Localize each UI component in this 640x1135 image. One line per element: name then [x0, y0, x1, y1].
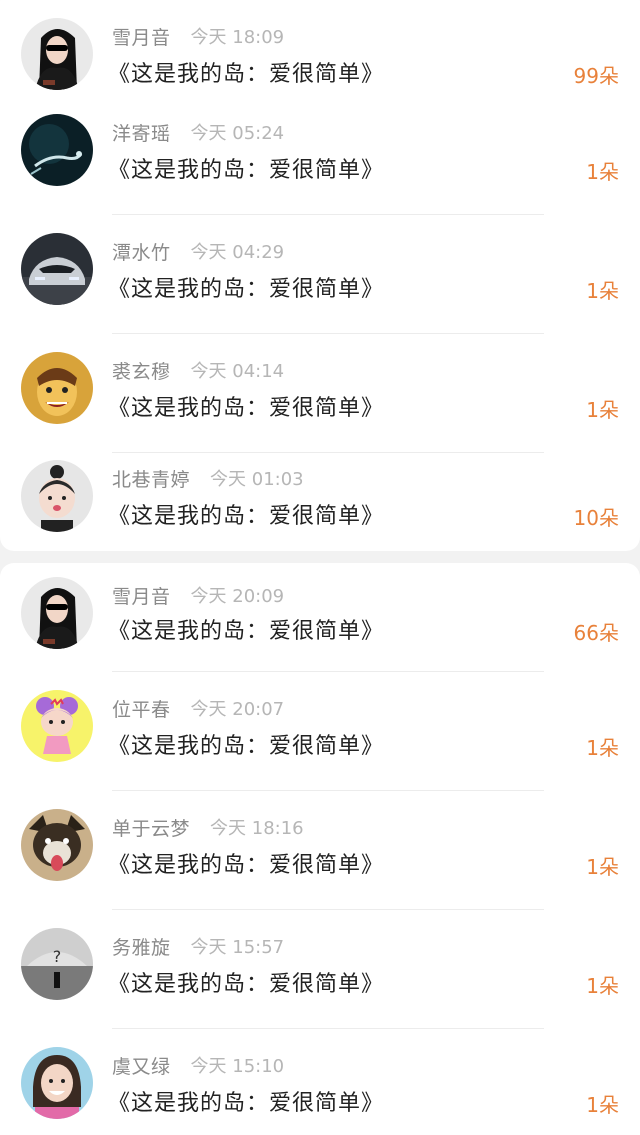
user-avatar[interactable]: [21, 809, 93, 881]
avatar-monochrome-stage-icon: ?: [21, 928, 93, 1000]
list-item[interactable]: 位平春 今天 20:07 《这是我的岛：爱很简单》 1朵: [0, 672, 640, 791]
gift-title: 《这是我的岛：爱很简单》: [108, 734, 385, 759]
avatar-underwater-swimmer-icon: [21, 114, 93, 186]
timestamp: 今天 20:09: [190, 586, 285, 607]
gift-title: 《这是我的岛：爱很简单》: [108, 972, 385, 997]
user-name[interactable]: 位平春: [112, 695, 171, 722]
list-item[interactable]: 雪月音 今天 20:09 《这是我的岛：爱很简单》 66朵: [0, 563, 640, 682]
row-meta: 北巷青婷 今天 01:03: [112, 464, 304, 492]
timestamp: 今天 20:07: [190, 699, 285, 720]
gift-title: 《这是我的岛：爱很简单》: [108, 619, 385, 644]
avatar-smiling-woman-icon: [21, 1047, 93, 1119]
avatar-cartoon-face-icon: [21, 352, 93, 424]
flower-count: 1朵: [586, 974, 619, 998]
timestamp: 今天 05:24: [190, 123, 285, 144]
flower-count: 66朵: [573, 621, 619, 645]
user-name[interactable]: 单于云梦: [112, 814, 190, 841]
list-item[interactable]: 虞又绿 今天 15:10 《这是我的岛：爱很简单》 1朵: [0, 1029, 640, 1135]
user-avatar[interactable]: [21, 114, 93, 186]
avatar-woman-sunglasses-icon: [21, 18, 93, 90]
user-name[interactable]: 北巷青婷: [112, 465, 190, 492]
list-item[interactable]: 裘玄穆 今天 04:14 《这是我的岛：爱很简单》 1朵: [0, 334, 640, 453]
user-name[interactable]: 潭水竹: [112, 238, 171, 265]
flower-count: 1朵: [586, 855, 619, 879]
flower-count: 10朵: [573, 506, 619, 530]
avatar-dog-icon: [21, 809, 93, 881]
gift-card-2: 雪月音 今天 20:09 《这是我的岛：爱很简单》 66朵 位平春 今天 20:…: [0, 563, 640, 1135]
user-avatar[interactable]: [21, 460, 93, 532]
gift-title: 《这是我的岛：爱很简单》: [108, 158, 385, 183]
gift-title: 《这是我的岛：爱很简单》: [108, 504, 385, 529]
row-meta: 雪月音 今天 20:09: [112, 581, 284, 609]
gift-list: 雪月音 今天 18:09 《这是我的岛：爱很简单》 99朵 洋寄瑶 今天 05:…: [0, 0, 640, 1135]
timestamp: 今天 18:09: [190, 27, 285, 48]
gift-title: 《这是我的岛：爱很简单》: [108, 396, 385, 421]
list-item[interactable]: 潭水竹 今天 04:29 《这是我的岛：爱很简单》 1朵: [0, 215, 640, 334]
row-meta: 单于云梦 今天 18:16: [112, 813, 304, 841]
timestamp: 今天 15:57: [190, 937, 285, 958]
flower-count: 1朵: [586, 279, 619, 303]
gift-title: 《这是我的岛：爱很简单》: [108, 62, 385, 87]
timestamp: 今天 04:14: [190, 361, 285, 382]
user-name[interactable]: 虞又绿: [112, 1052, 171, 1079]
user-name[interactable]: 雪月音: [112, 582, 171, 609]
flower-count: 1朵: [586, 736, 619, 760]
timestamp: 今天 15:10: [190, 1056, 285, 1077]
flower-count: 1朵: [586, 1093, 619, 1117]
user-avatar[interactable]: [21, 233, 93, 305]
avatar-sports-car-icon: [21, 233, 93, 305]
svg-text:?: ?: [53, 947, 62, 966]
list-item[interactable]: 洋寄瑶 今天 05:24 《这是我的岛：爱很简单》 1朵: [0, 96, 640, 215]
row-meta: 雪月音 今天 18:09: [112, 22, 284, 50]
flower-count: 1朵: [586, 398, 619, 422]
avatar-little-girl-icon: [21, 460, 93, 532]
gift-title: 《这是我的岛：爱很简单》: [108, 1091, 385, 1116]
timestamp: 今天 04:29: [190, 242, 285, 263]
row-meta: 裘玄穆 今天 04:14: [112, 356, 284, 384]
user-avatar[interactable]: [21, 577, 93, 649]
user-name[interactable]: 务雅旋: [112, 933, 171, 960]
row-meta: 务雅旋 今天 15:57: [112, 932, 284, 960]
timestamp: 今天 18:16: [210, 818, 304, 839]
user-name[interactable]: 裘玄穆: [112, 357, 171, 384]
gift-title: 《这是我的岛：爱很简单》: [108, 277, 385, 302]
list-item[interactable]: 北巷青婷 今天 01:03 《这是我的岛：爱很简单》 10朵: [0, 442, 640, 551]
flower-count: 1朵: [586, 160, 619, 184]
row-meta: 位平春 今天 20:07: [112, 694, 284, 722]
list-item[interactable]: 单于云梦 今天 18:16 《这是我的岛：爱很简单》 1朵: [0, 791, 640, 910]
avatar-cartoon-girl-icon: [21, 690, 93, 762]
user-name[interactable]: 洋寄瑶: [112, 119, 171, 146]
user-name[interactable]: 雪月音: [112, 23, 171, 50]
row-meta: 潭水竹 今天 04:29: [112, 237, 284, 265]
row-meta: 洋寄瑶 今天 05:24: [112, 118, 284, 146]
user-avatar[interactable]: ?: [21, 928, 93, 1000]
user-avatar[interactable]: [21, 690, 93, 762]
user-avatar[interactable]: [21, 18, 93, 90]
avatar-woman-sunglasses-icon: [21, 577, 93, 649]
gift-title: 《这是我的岛：爱很简单》: [108, 853, 385, 878]
user-avatar[interactable]: [21, 1047, 93, 1119]
flower-count: 99朵: [573, 64, 619, 88]
list-item[interactable]: ? 务雅旋 今天 15:57 《这是我的岛：爱很简单》 1朵: [0, 910, 640, 1029]
gift-card-1: 雪月音 今天 18:09 《这是我的岛：爱很简单》 99朵 洋寄瑶 今天 05:…: [0, 0, 640, 551]
row-meta: 虞又绿 今天 15:10: [112, 1051, 284, 1079]
user-avatar[interactable]: [21, 352, 93, 424]
timestamp: 今天 01:03: [210, 469, 304, 490]
